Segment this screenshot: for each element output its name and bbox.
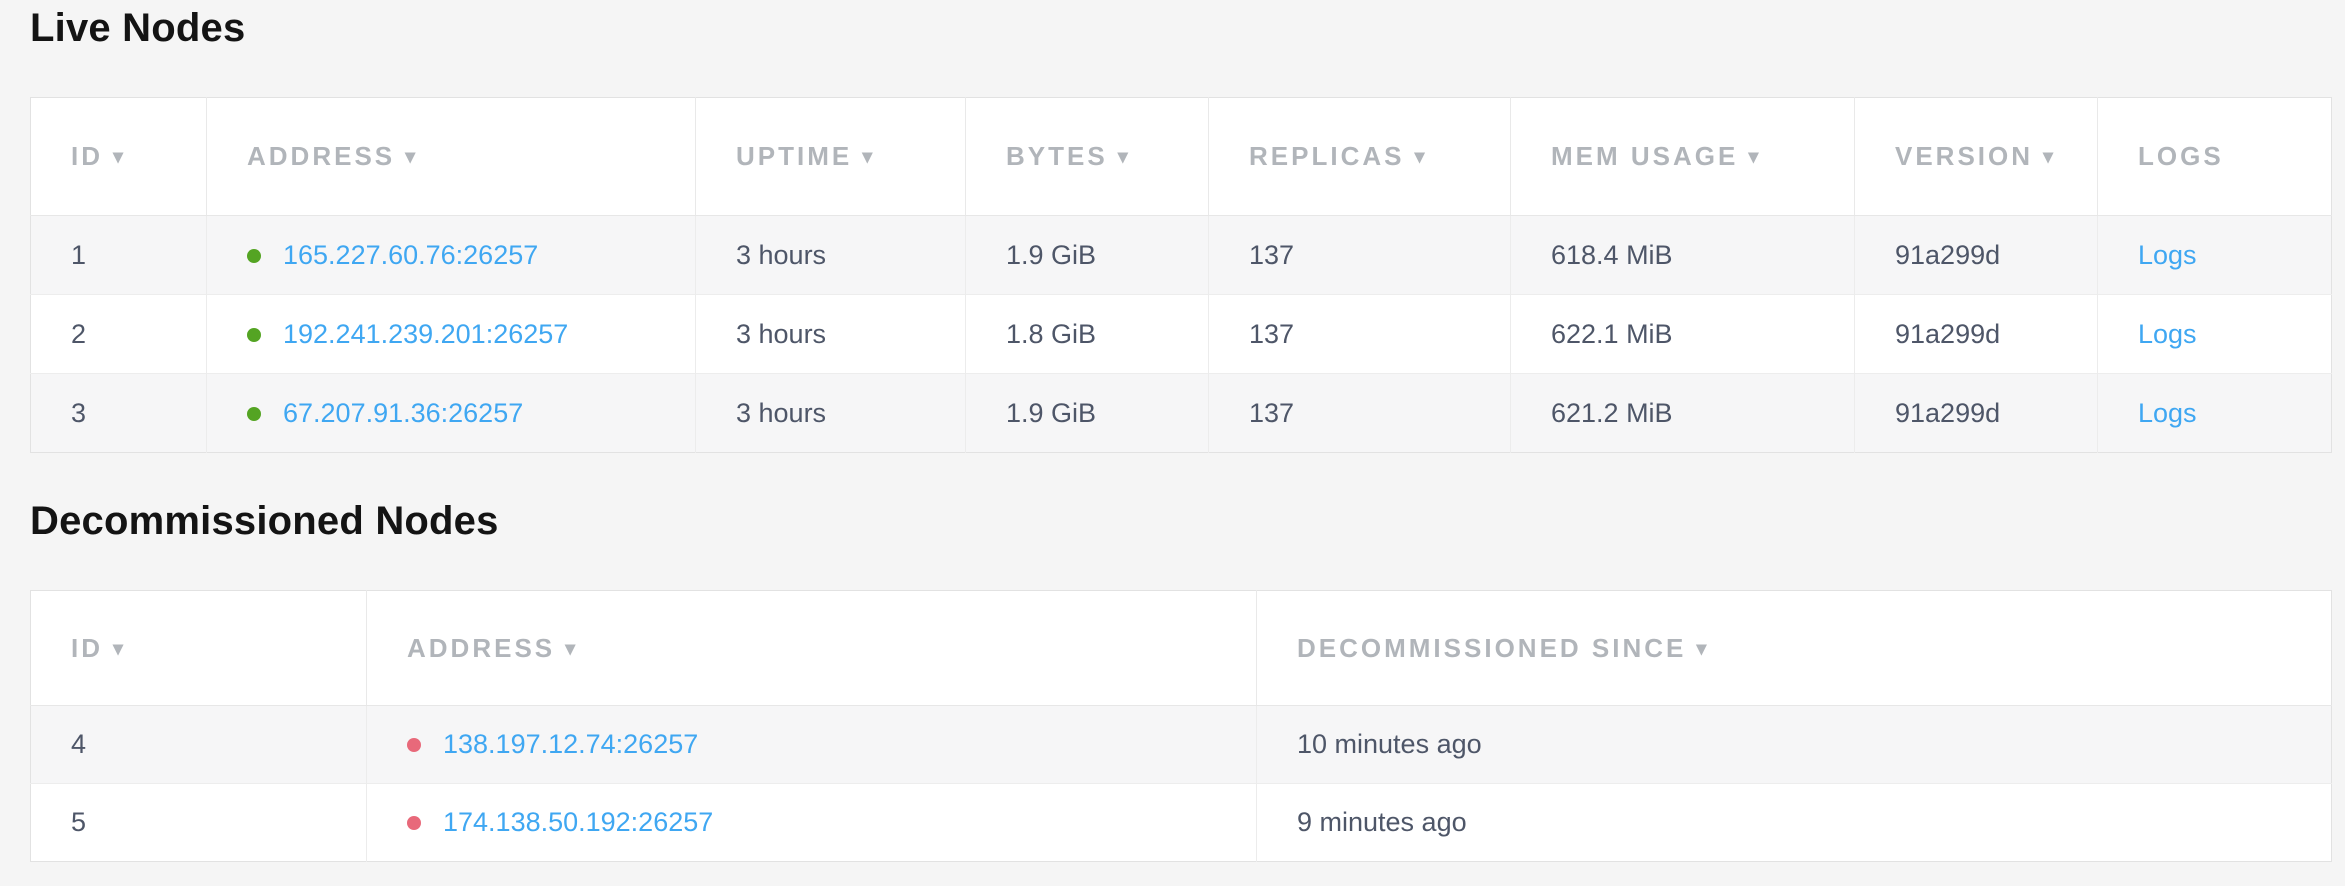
column-label: ADDRESS [407,633,555,663]
node-version-cell: 91a299d [1855,374,2098,453]
sort-arrow-icon: ▾ [113,146,126,168]
sort-arrow-icon: ▾ [2043,146,2056,168]
node-address-cell: 138.197.12.74:26257 [367,706,1257,784]
node-address-cell: 165.227.60.76:26257 [207,216,696,295]
decom-col-header-address[interactable]: ADDRESS ▾ [367,591,1257,706]
node-address-link[interactable]: 138.197.12.74:26257 [443,729,698,759]
node-logs-cell: Logs [2098,216,2332,295]
column-label: ID [71,141,103,171]
node-bytes-cell: 1.8 GiB [966,295,1209,374]
column-label: MEM USAGE [1551,141,1738,171]
decommissioned-nodes-table-header: ID ▾ ADDRESS ▾ DECOMMISSIONED SINCE ▾ [31,591,2332,706]
node-mem-usage-cell: 618.4 MiB [1511,216,1855,295]
node-address-link[interactable]: 174.138.50.192:26257 [443,807,713,837]
node-id-cell: 3 [31,374,207,453]
live-status-icon [247,328,261,342]
node-address-cell: 67.207.91.36:26257 [207,374,696,453]
live-nodes-section: Live Nodes ID ▾ ADDRESS ▾ UPTIME ▾ BYTES ▾ R… [0,6,2345,453]
live-col-header-replicas[interactable]: REPLICAS ▾ [1209,98,1511,216]
column-label: ADDRESS [247,141,395,171]
live-col-header-id[interactable]: ID ▾ [31,98,207,216]
sort-arrow-icon: ▾ [1414,146,1427,168]
node-replicas-cell: 137 [1209,295,1511,374]
sort-arrow-icon: ▾ [1118,146,1131,168]
table-row: 1 165.227.60.76:26257 3 hours 1.9 GiB 13… [31,216,2332,295]
column-label: DECOMMISSIONED SINCE [1297,633,1686,663]
column-label: UPTIME [736,141,852,171]
node-version-cell: 91a299d [1855,295,2098,374]
decommissioned-status-icon [407,738,421,752]
table-row: 2 192.241.239.201:26257 3 hours 1.8 GiB … [31,295,2332,374]
node-address-cell: 192.241.239.201:26257 [207,295,696,374]
table-row: 3 67.207.91.36:26257 3 hours 1.9 GiB 137… [31,374,2332,453]
sort-arrow-icon: ▾ [405,146,418,168]
node-address-link[interactable]: 165.227.60.76:26257 [283,240,538,270]
node-bytes-cell: 1.9 GiB [966,374,1209,453]
sort-arrow-icon: ▾ [113,638,126,660]
node-decommissioned-since-cell: 9 minutes ago [1257,784,2332,862]
decommissioned-nodes-section: Decommissioned Nodes ID ▾ ADDRESS ▾ DECOMM… [0,499,2345,862]
sort-arrow-icon: ▾ [862,146,875,168]
decommissioned-nodes-table: ID ▾ ADDRESS ▾ DECOMMISSIONED SINCE ▾ 4 138… [30,590,2332,862]
node-logs-link[interactable]: Logs [2138,398,2197,428]
column-label: BYTES [1006,141,1108,171]
node-decommissioned-since-cell: 10 minutes ago [1257,706,2332,784]
node-replicas-cell: 137 [1209,374,1511,453]
node-logs-cell: Logs [2098,295,2332,374]
node-bytes-cell: 1.9 GiB [966,216,1209,295]
live-col-header-mem-usage[interactable]: MEM USAGE ▾ [1511,98,1855,216]
node-id-cell: 4 [31,706,367,784]
node-version-cell: 91a299d [1855,216,2098,295]
live-col-header-logs: LOGS [2098,98,2332,216]
live-status-icon [247,407,261,421]
decommissioned-nodes-title: Decommissioned Nodes [30,499,2345,544]
column-label: REPLICAS [1249,141,1404,171]
live-col-header-bytes[interactable]: BYTES ▾ [966,98,1209,216]
decom-col-header-since[interactable]: DECOMMISSIONED SINCE ▾ [1257,591,2332,706]
sort-arrow-icon: ▾ [565,638,578,660]
table-row: 5 174.138.50.192:26257 9 minutes ago [31,784,2332,862]
column-label: VERSION [1895,141,2033,171]
node-id-cell: 5 [31,784,367,862]
column-label: ID [71,633,103,663]
node-id-cell: 2 [31,295,207,374]
live-col-header-version[interactable]: VERSION ▾ [1855,98,2098,216]
sort-arrow-icon: ▾ [1748,146,1761,168]
node-logs-link[interactable]: Logs [2138,240,2197,270]
live-nodes-table-header: ID ▾ ADDRESS ▾ UPTIME ▾ BYTES ▾ REPLICAS ▾ ME… [31,98,2332,216]
decom-col-header-id[interactable]: ID ▾ [31,591,367,706]
node-uptime-cell: 3 hours [696,216,966,295]
nodes-overview-page: Live Nodes ID ▾ ADDRESS ▾ UPTIME ▾ BYTES ▾ R… [0,6,2345,862]
node-mem-usage-cell: 621.2 MiB [1511,374,1855,453]
node-logs-link[interactable]: Logs [2138,319,2197,349]
node-address-link[interactable]: 192.241.239.201:26257 [283,319,568,349]
node-logs-cell: Logs [2098,374,2332,453]
live-nodes-table: ID ▾ ADDRESS ▾ UPTIME ▾ BYTES ▾ REPLICAS ▾ ME… [30,97,2332,453]
column-label: LOGS [2138,141,2224,171]
table-row: 4 138.197.12.74:26257 10 minutes ago [31,706,2332,784]
live-col-header-uptime[interactable]: UPTIME ▾ [696,98,966,216]
node-id-cell: 1 [31,216,207,295]
node-address-link[interactable]: 67.207.91.36:26257 [283,398,523,428]
live-status-icon [247,249,261,263]
live-nodes-title: Live Nodes [30,6,2345,51]
node-uptime-cell: 3 hours [696,374,966,453]
live-col-header-address[interactable]: ADDRESS ▾ [207,98,696,216]
node-uptime-cell: 3 hours [696,295,966,374]
decommissioned-status-icon [407,816,421,830]
sort-arrow-icon: ▾ [1696,638,1709,660]
node-replicas-cell: 137 [1209,216,1511,295]
node-mem-usage-cell: 622.1 MiB [1511,295,1855,374]
node-address-cell: 174.138.50.192:26257 [367,784,1257,862]
